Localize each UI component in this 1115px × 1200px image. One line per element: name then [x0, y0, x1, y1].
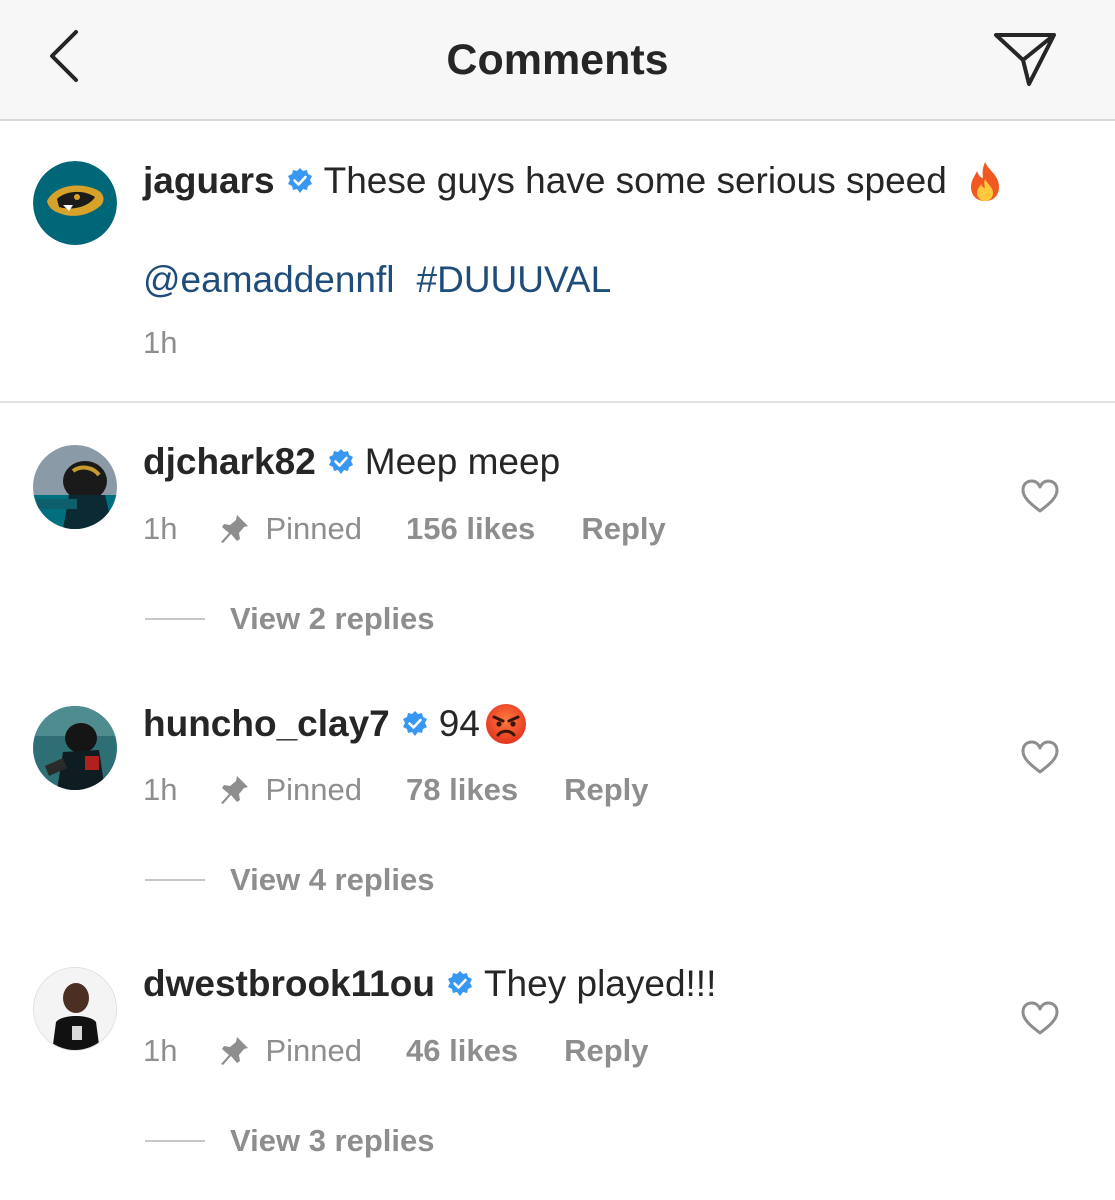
view-replies-label: View 2 replies [230, 601, 435, 636]
comment-item: dwestbrook11ou They played!!! 1h Pinned … [0, 927, 1115, 1189]
replies-divider [145, 1140, 205, 1142]
comment-item: djchark82 Meep meep 1h Pinned 156 likes … [0, 405, 1115, 667]
likes-count[interactable]: 156 likes [406, 511, 535, 547]
timestamp: 1h [143, 1033, 178, 1068]
likes-count[interactable]: 78 likes [406, 772, 518, 808]
post-caption: jaguars These guys have some serious spe… [0, 123, 1115, 403]
avatar[interactable] [33, 706, 117, 790]
comment-text: They played!!! [483, 963, 717, 1004]
pinned-label: Pinned [265, 1033, 363, 1068]
avatar[interactable] [33, 445, 117, 529]
verified-badge-icon [447, 971, 472, 996]
username[interactable]: djchark82 [143, 441, 316, 483]
username[interactable]: dwestbrook11ou [143, 963, 435, 1005]
header-bar: Comments [0, 0, 1115, 121]
pin-icon [221, 776, 249, 804]
view-replies-label: View 4 replies [230, 862, 435, 897]
view-replies-button[interactable]: View 3 replies [145, 1123, 435, 1159]
fire-emoji [970, 162, 999, 201]
comment-text: 94 [438, 703, 480, 744]
view-replies-button[interactable]: View 2 replies [145, 601, 435, 637]
avatar[interactable] [33, 967, 117, 1051]
heart-icon[interactable] [1020, 1000, 1060, 1036]
caption-text: These guys have some serious speed [323, 160, 947, 201]
comment-item: huncho_clay7 94 1h Pinned 78 likes Reply… [0, 666, 1115, 928]
paper-plane-icon [994, 33, 1056, 86]
page-title: Comments [446, 36, 669, 84]
verified-badge-icon [287, 168, 312, 193]
profile-photo [34, 968, 116, 1050]
comment-meta: 1h Pinned 78 likes Reply [143, 768, 648, 812]
comment-meta: 1h Pinned 46 likes Reply [143, 1029, 648, 1073]
comment-meta: 1h Pinned 156 likes Reply [143, 507, 666, 551]
username[interactable]: jaguars [143, 160, 275, 202]
pin-icon [221, 1037, 249, 1065]
timestamp: 1h [143, 772, 178, 807]
reply-button[interactable]: Reply [564, 1033, 648, 1069]
hashtag-link[interactable]: #DUUUVAL [417, 259, 612, 301]
view-replies-button[interactable]: View 4 replies [145, 862, 435, 898]
jaguars-logo [33, 161, 117, 245]
pinned-label: Pinned [265, 772, 363, 807]
verified-badge-icon [328, 449, 353, 474]
reply-button[interactable]: Reply [581, 511, 665, 547]
timestamp: 1h [143, 511, 178, 546]
replies-divider [145, 618, 205, 620]
comment-text: Meep meep [364, 441, 561, 482]
mention-link[interactable]: @eamaddennfl [143, 259, 395, 301]
replies-divider [145, 879, 205, 881]
username[interactable]: huncho_clay7 [143, 703, 390, 745]
profile-photo [33, 706, 117, 790]
heart-icon[interactable] [1020, 478, 1060, 514]
likes-count[interactable]: 46 likes [406, 1033, 518, 1069]
reply-button[interactable]: Reply [564, 772, 648, 808]
angry-face-emoji [485, 704, 526, 744]
heart-icon[interactable] [1020, 739, 1060, 775]
view-replies-label: View 3 replies [230, 1123, 435, 1158]
pin-icon [221, 515, 249, 543]
pinned-label: Pinned [265, 511, 363, 546]
share-button[interactable] [990, 26, 1060, 92]
verified-badge-icon [402, 711, 427, 736]
profile-photo [33, 445, 117, 529]
avatar[interactable] [33, 161, 117, 245]
timestamp: 1h [143, 325, 178, 360]
